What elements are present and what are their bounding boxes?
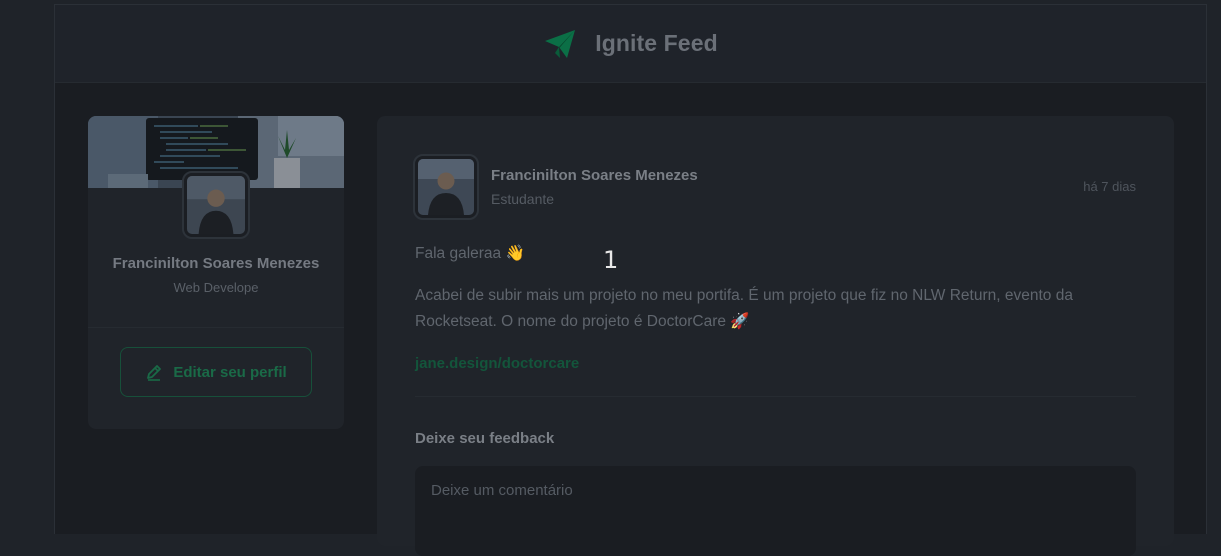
post-divider (415, 396, 1136, 397)
post-author-role: Estudante (491, 191, 555, 207)
feedback-title: Deixe seu feedback (415, 430, 555, 447)
app-frame: Ignite Feed Francinilton Soares Menezes … (54, 4, 1207, 556)
post-greeting: Fala galeraa 👋 (415, 245, 525, 262)
post-timestamp: há 7 dias (1083, 179, 1136, 194)
profile-divider (88, 327, 344, 328)
post-author-avatar[interactable] (413, 154, 479, 220)
paper-plane-icon (545, 29, 576, 58)
profile-card: Francinilton Soares Menezes Web Develope… (88, 116, 344, 429)
profile-avatar[interactable] (182, 171, 250, 239)
comment-textarea[interactable] (415, 466, 1136, 556)
edit-profile-button[interactable]: Editar seu perfil (120, 347, 312, 397)
post-author-name[interactable]: Francinilton Soares Menezes (491, 167, 698, 184)
edit-profile-label: Editar seu perfil (173, 363, 287, 381)
post-link[interactable]: jane.design/doctorcare (415, 355, 579, 372)
app-title: Ignite Feed (595, 30, 718, 56)
app-header: Ignite Feed (55, 5, 1206, 83)
post-content: Fala galeraa 👋 Acabei de subir mais um p… (415, 241, 1135, 393)
step-marker: 1 (603, 246, 619, 274)
post-card: Francinilton Soares Menezes Estudante há… (377, 116, 1174, 556)
post-body: Acabei de subir mais um projeto no meu p… (415, 287, 1073, 330)
profile-name: Francinilton Soares Menezes (112, 255, 320, 272)
pencil-icon (147, 365, 162, 381)
profile-role: Web Develope (173, 280, 259, 295)
